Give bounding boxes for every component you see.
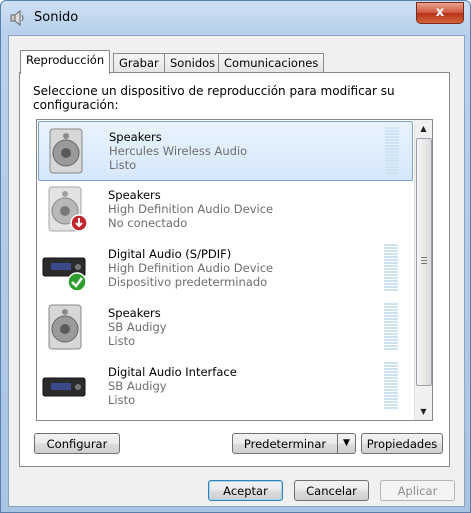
- cancel-button[interactable]: Cancelar: [294, 480, 369, 501]
- apply-button[interactable]: Aplicar: [380, 480, 455, 501]
- device-status: Listo: [109, 158, 137, 172]
- device-status: No conectado: [108, 216, 188, 230]
- playback-tab-panel: Seleccione un dispositivo de reproducció…: [19, 72, 450, 467]
- scrollbar-thumb[interactable]: [416, 138, 432, 386]
- device-item[interactable]: Speakers SB Audigy Listo: [38, 298, 411, 356]
- digital-audio-default-icon: [42, 257, 87, 292]
- set-default-split-button[interactable]: Predeterminar ▼: [232, 433, 356, 454]
- device-name: Digital Audio (S/PDIF): [108, 247, 232, 261]
- tab-comunicaciones[interactable]: Comunicaciones: [218, 53, 325, 73]
- speaker-icon: [48, 304, 82, 350]
- device-description: Hercules Wireless Audio: [109, 144, 248, 158]
- title-bar[interactable]: Sonido x: [1, 1, 470, 35]
- device-name: Speakers: [108, 306, 161, 320]
- scroll-down-arrow-icon[interactable]: ▼: [415, 403, 432, 420]
- digital-audio-icon: [42, 377, 86, 397]
- device-item[interactable]: Digital Audio Interface SB Audigy Listo: [38, 357, 411, 415]
- dropdown-arrow-icon[interactable]: ▼: [337, 434, 355, 453]
- volume-meter: [385, 127, 399, 175]
- device-description: High Definition Audio Device: [108, 261, 274, 275]
- device-name: Speakers: [108, 188, 161, 202]
- device-description: High Definition Audio Device: [108, 202, 274, 216]
- device-description: SB Audigy: [108, 320, 167, 334]
- properties-button[interactable]: Propiedades: [361, 433, 443, 454]
- device-item[interactable]: Speakers Hercules Wireless Audio Listo: [38, 121, 413, 181]
- sound-dialog-window: Sonido x Reproducción Grabar Sonidos Com…: [0, 0, 471, 513]
- configure-button[interactable]: Configurar: [34, 433, 120, 454]
- device-list[interactable]: Speakers Hercules Wireless Audio Listo S…: [36, 119, 433, 421]
- speaker-app-icon: [10, 10, 24, 26]
- device-item[interactable]: Speakers High Definition Audio Device No…: [38, 180, 411, 238]
- device-status: Listo: [108, 334, 136, 348]
- device-description: SB Audigy: [108, 379, 167, 393]
- scroll-up-arrow-icon[interactable]: ▲: [415, 120, 432, 137]
- ok-button[interactable]: Aceptar: [208, 480, 283, 501]
- window-title: Sonido: [34, 10, 79, 25]
- set-default-label: Predeterminar: [243, 437, 327, 451]
- tab-grabar[interactable]: Grabar: [113, 53, 165, 73]
- volume-meter: [384, 362, 398, 410]
- close-button[interactable]: x: [416, 2, 464, 24]
- tab-reproduccion[interactable]: Reproducción: [20, 50, 111, 74]
- volume-meter: [384, 244, 398, 292]
- device-status: Dispositivo predeterminado: [108, 275, 268, 289]
- dialog-client-area: Reproducción Grabar Sonidos Comunicacion…: [8, 35, 465, 507]
- device-name: Digital Audio Interface: [108, 365, 237, 379]
- speaker-icon: [49, 128, 83, 174]
- device-status: Listo: [108, 393, 136, 407]
- device-name: Speakers: [109, 130, 162, 144]
- device-list-scrollbar[interactable]: ▲ ▼: [414, 120, 432, 420]
- instructions-text: Seleccione un dispositivo de reproducció…: [33, 84, 395, 112]
- device-item[interactable]: Digital Audio (S/PDIF) High Definition A…: [38, 239, 411, 297]
- speaker-disconnected-icon: [48, 186, 88, 232]
- tab-sonidos[interactable]: Sonidos: [164, 53, 222, 73]
- volume-meter: [384, 303, 398, 351]
- grip-icon: [421, 257, 427, 266]
